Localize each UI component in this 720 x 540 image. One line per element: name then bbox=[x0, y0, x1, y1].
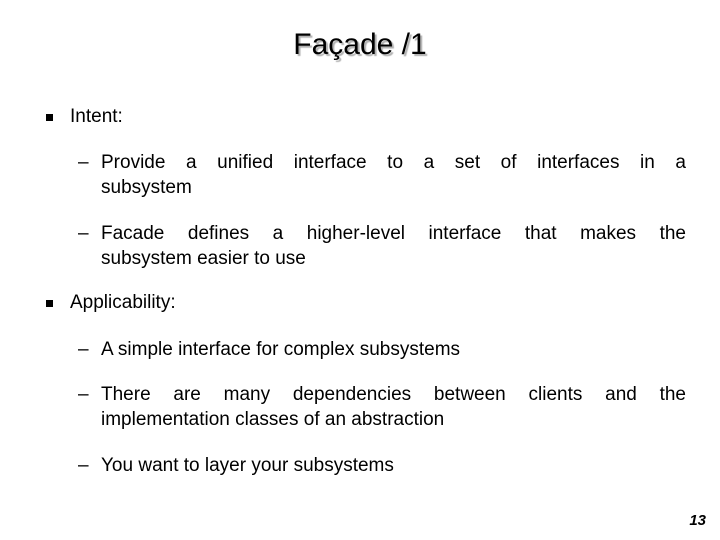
sub-bullet: – A simple interface for complex subsyst… bbox=[78, 337, 686, 362]
sub-bullet-line: A simple interface for complex subsystem… bbox=[101, 339, 461, 360]
square-bullet-icon bbox=[46, 114, 53, 121]
dash-bullet-icon: – bbox=[78, 152, 89, 173]
sub-bullet: – Facade defines a higher-level interfac… bbox=[78, 221, 686, 271]
dash-bullet-icon: – bbox=[78, 339, 89, 360]
sub-bullet-line: There are many dependencies between clie… bbox=[101, 384, 686, 405]
bullet-heading: Applicability: bbox=[70, 292, 176, 313]
dash-bullet-icon: – bbox=[78, 384, 89, 405]
sub-bullet-line: Facade defines a higher-level interface … bbox=[101, 223, 686, 244]
slide-title: Façade /1 bbox=[293, 28, 427, 61]
page-number: 13 bbox=[689, 512, 706, 529]
dash-bullet-icon: – bbox=[78, 455, 89, 476]
sub-bullet-line: You want to layer your subsystems bbox=[101, 455, 394, 476]
sub-bullet: – Provide a unified interface to a set o… bbox=[78, 150, 686, 200]
sub-bullet-line: Provide a unified interface to a set of … bbox=[101, 152, 686, 173]
bullet-heading: Intent: bbox=[70, 106, 123, 127]
sub-bullet-line: subsystem easier to use bbox=[101, 248, 306, 269]
sub-bullet-line: implementation classes of an abstraction bbox=[101, 409, 445, 430]
sub-bullet-line: subsystem bbox=[101, 177, 192, 198]
sub-bullet: – There are many dependencies between cl… bbox=[78, 382, 686, 432]
sub-bullet: – You want to layer your subsystems bbox=[78, 453, 686, 478]
dash-bullet-icon: – bbox=[78, 223, 89, 244]
square-bullet-icon bbox=[46, 300, 53, 307]
